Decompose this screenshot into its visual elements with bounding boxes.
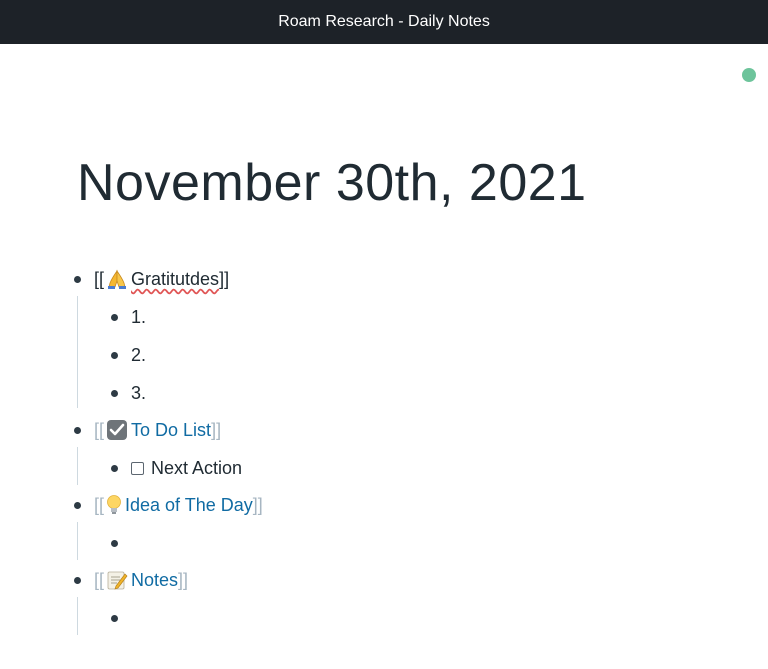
check-mark-icon [106,419,128,441]
block-notes[interactable]: [[ Notes ]] [74,568,188,592]
block-bullet[interactable] [74,275,81,283]
block-bullet[interactable] [111,614,118,622]
children-guide-line[interactable] [77,296,78,408]
block-notes-empty[interactable] [111,606,131,630]
block-idea-empty[interactable] [111,531,131,555]
link-open-brackets: [[ [94,570,105,590]
block-text[interactable]: 3. [131,381,146,405]
page-link-notes[interactable]: Notes [131,568,178,592]
block-content[interactable]: [[ To Do List ]] [94,418,221,442]
block-gratitude-1[interactable]: 1. [111,305,146,329]
link-close-brackets: ]] [219,269,230,289]
block-text[interactable]: 1. [131,305,146,329]
page-link-gratitudes[interactable]: Gratitutdes [131,267,219,291]
block-bullet[interactable] [111,389,118,397]
block-gratitudes[interactable]: [[ Gratitutdes ]] [74,267,229,291]
page-link-idea-of-the-day[interactable]: Idea of The Day [125,493,253,517]
page-link-to-do-list[interactable]: To Do List [131,418,211,442]
link-open-brackets: [[ [94,269,105,289]
block-bullet[interactable] [74,501,81,509]
todo-checkbox[interactable] [131,461,144,475]
block-bullet[interactable] [111,539,118,547]
link-open-brackets: [[ [94,420,105,440]
block-bullet[interactable] [111,464,118,472]
block-text[interactable]: 2. [131,343,146,367]
link-close-brackets: ]] [252,495,263,515]
todo-text[interactable]: Next Action [151,456,242,480]
page-title[interactable]: November 30th, 2021 [77,153,587,213]
link-close-brackets: ]] [211,420,222,440]
light-bulb-icon [106,494,122,516]
sync-status-indicator[interactable] [742,68,756,82]
children-guide-line[interactable] [77,522,78,560]
block-bullet[interactable] [111,351,118,359]
window-title: Roam Research - Daily Notes [278,13,490,30]
block-content[interactable]: [[ Notes ]] [94,568,188,592]
block-bullet[interactable] [74,426,81,434]
block-gratitude-3[interactable]: 3. [111,381,146,405]
block-bullet[interactable] [111,313,118,321]
block-bullet[interactable] [74,576,81,584]
block-gratitude-2[interactable]: 2. [111,343,146,367]
memo-icon [106,569,128,591]
block-content[interactable]: Next Action [131,456,242,480]
block-todo-list[interactable]: [[ To Do List ]] [74,418,221,442]
link-close-brackets: ]] [178,570,189,590]
block-next-action[interactable]: Next Action [111,456,242,480]
children-guide-line[interactable] [77,597,78,635]
block-content[interactable]: [[ Gratitutdes ]] [94,267,229,291]
link-open-brackets: [[ [94,495,105,515]
block-content[interactable]: [[ Idea of The Day ]] [94,493,263,517]
window-titlebar: Roam Research - Daily Notes [0,0,768,44]
block-idea-of-the-day[interactable]: [[ Idea of The Day ]] [74,493,263,517]
folded-hands-icon [106,268,128,290]
children-guide-line[interactable] [77,447,78,485]
